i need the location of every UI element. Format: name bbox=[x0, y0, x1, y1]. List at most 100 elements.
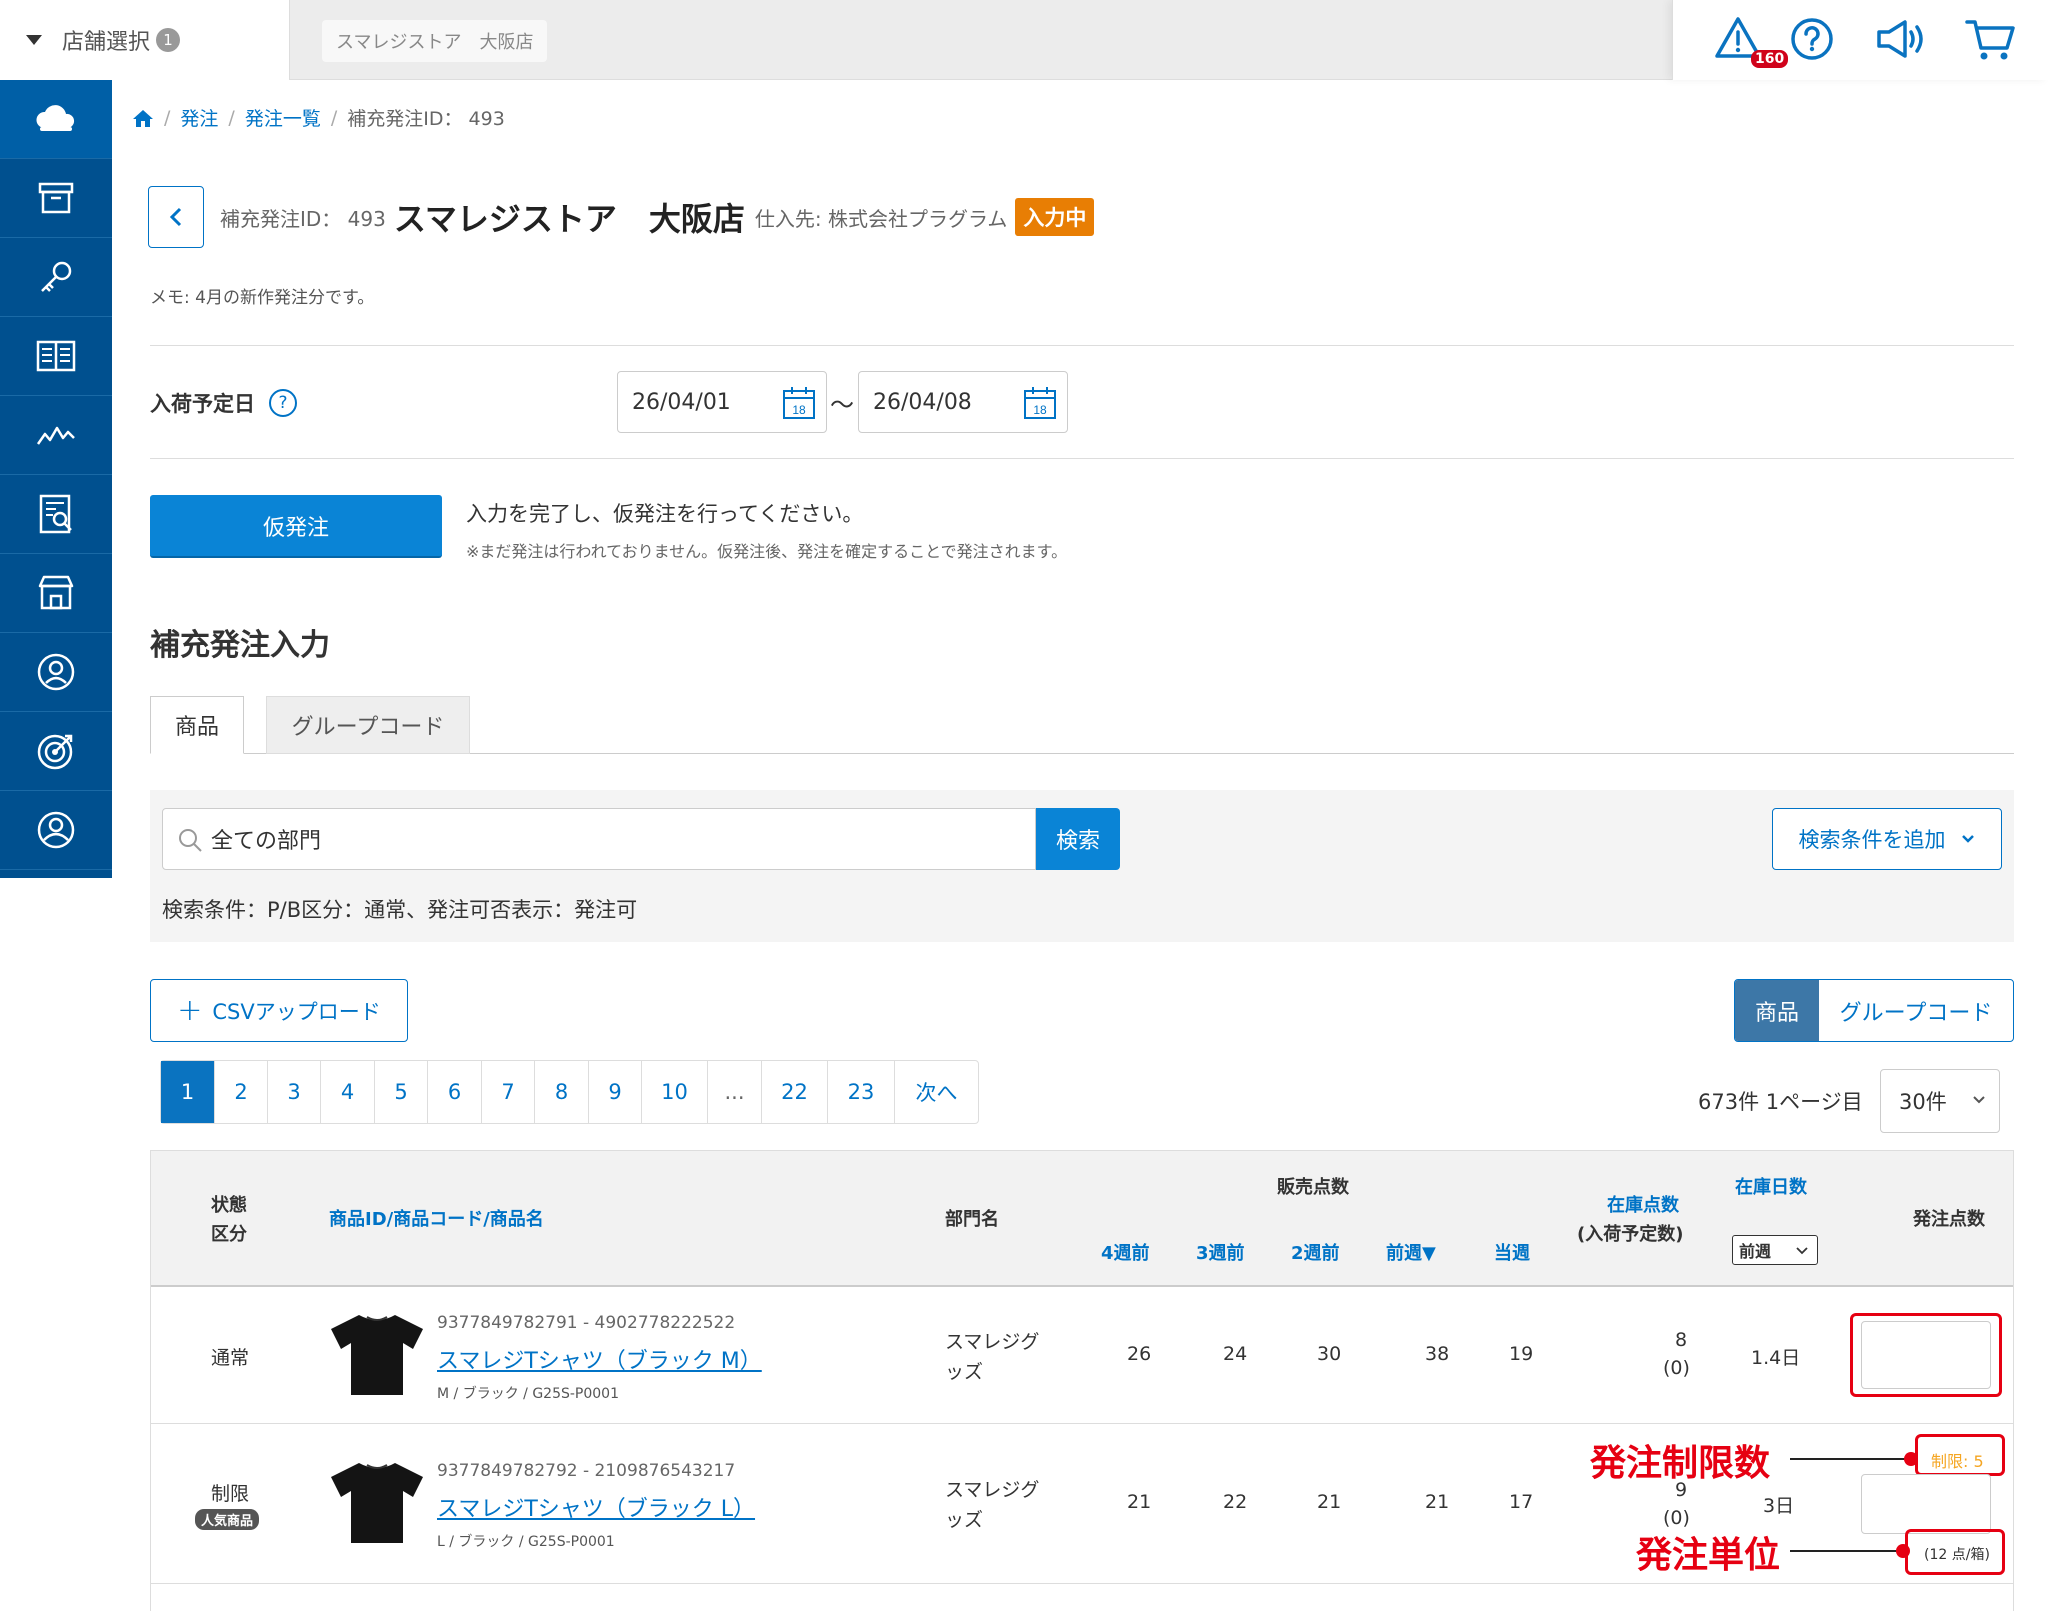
stock-days-select[interactable]: 前週 bbox=[1732, 1235, 1818, 1265]
help-icon[interactable]: ? bbox=[269, 389, 297, 417]
page-3[interactable]: 3 bbox=[268, 1061, 321, 1123]
order-qty-input[interactable] bbox=[1861, 1474, 1991, 1534]
page-4[interactable]: 4 bbox=[321, 1061, 375, 1123]
page-8[interactable]: 8 bbox=[535, 1061, 589, 1123]
annotation-unit: 発注単位 bbox=[1636, 1535, 1781, 1576]
per-page-select[interactable]: 30件 bbox=[1880, 1069, 2000, 1133]
highlight-box bbox=[1905, 1529, 2005, 1575]
tab-group-code[interactable]: グループコード bbox=[266, 696, 470, 754]
sales-last-week: 38 bbox=[1425, 1343, 1450, 1365]
date-range-separator: 〜 bbox=[830, 391, 854, 419]
header-stock[interactable]: 在庫点数 bbox=[1607, 1191, 1679, 1217]
page-6[interactable]: 6 bbox=[428, 1061, 482, 1123]
cart-button[interactable] bbox=[1963, 14, 2017, 68]
sort-product-id[interactable]: 商品ID bbox=[329, 1209, 387, 1230]
sidebar-item-products[interactable] bbox=[0, 159, 112, 238]
stock-count: 8 bbox=[1675, 1329, 1688, 1351]
add-condition-button[interactable]: 検索条件を追加 bbox=[1772, 808, 2002, 870]
sidebar-item-targets[interactable] bbox=[0, 712, 112, 791]
header-department: 部門名 bbox=[945, 1209, 999, 1230]
page-2[interactable]: 2 bbox=[215, 1061, 268, 1123]
sort-product-name[interactable]: /商品名 bbox=[483, 1209, 544, 1230]
product-variant: L / ブラック / G25S-P0001 bbox=[437, 1534, 615, 1550]
view-toggle-group-code[interactable]: グループコード bbox=[1819, 980, 2013, 1041]
page-7[interactable]: 7 bbox=[482, 1061, 535, 1123]
arrival-date-to-value: 26/04/08 bbox=[873, 389, 972, 415]
header-3-weeks-ago[interactable]: 3週前 bbox=[1196, 1239, 1245, 1265]
memo: メモ: 4月の新作発注分です。 bbox=[150, 288, 375, 308]
view-toggle-products[interactable]: 商品 bbox=[1735, 980, 1819, 1041]
back-button[interactable] bbox=[148, 186, 204, 248]
book-icon bbox=[36, 340, 76, 372]
page-ellipsis: ... bbox=[708, 1061, 762, 1123]
announcement-button[interactable] bbox=[1873, 14, 1927, 68]
breadcrumb-order-list[interactable]: 発注一覧 bbox=[245, 104, 321, 131]
sidebar-item-analytics[interactable] bbox=[0, 396, 112, 475]
calendar-icon[interactable]: 18 bbox=[782, 386, 816, 420]
header-2-weeks-ago[interactable]: 2週前 bbox=[1291, 1239, 1340, 1265]
page-10[interactable]: 10 bbox=[642, 1061, 708, 1123]
page-summary: 673件 1ページ目 bbox=[1698, 1090, 1863, 1114]
stock-days-select-value: 前週 bbox=[1739, 1242, 1772, 1261]
page-next[interactable]: 次へ bbox=[895, 1061, 978, 1123]
tab-bar: 商品 グループコード bbox=[150, 696, 2014, 754]
sales-this-week: 17 bbox=[1509, 1491, 1534, 1513]
plus-icon: + bbox=[177, 993, 203, 1028]
sidebar-item-stores[interactable] bbox=[0, 554, 112, 633]
section-title: 補充発注入力 bbox=[150, 628, 330, 663]
sales-3w: 22 bbox=[1223, 1491, 1248, 1513]
header-stock-days[interactable]: 在庫日数 bbox=[1735, 1173, 1807, 1199]
product-ids: 9377849782792 - 2109876543217 bbox=[437, 1461, 736, 1481]
search-conditions: 検索条件：P/B区分：通常、発注可否表示：発注可 bbox=[162, 898, 638, 922]
provisional-order-button[interactable]: 仮発注 bbox=[150, 495, 442, 558]
line-chart-icon bbox=[36, 426, 75, 445]
header-product: 商品ID/商品コード/商品名 bbox=[329, 1205, 544, 1231]
arrival-date-to[interactable]: 26/04/08 18 bbox=[858, 371, 1068, 433]
current-store-chip: スマレジストア 大阪店 bbox=[322, 20, 548, 62]
page-1[interactable]: 1 bbox=[161, 1061, 215, 1123]
header-status: 状態 bbox=[211, 1195, 247, 1216]
sidebar-item-customers[interactable] bbox=[0, 633, 112, 712]
box-icon bbox=[38, 182, 74, 214]
header-4-weeks-ago[interactable]: 4週前 bbox=[1101, 1239, 1150, 1265]
arrival-date-from[interactable]: 26/04/01 18 bbox=[617, 371, 827, 433]
header-category: 区分 bbox=[211, 1224, 247, 1245]
page-22[interactable]: 22 bbox=[762, 1061, 828, 1123]
row-divider bbox=[151, 1583, 2013, 1584]
caret-down-icon bbox=[26, 35, 42, 45]
page-23[interactable]: 23 bbox=[828, 1061, 895, 1123]
chevron-left-icon bbox=[169, 207, 182, 227]
chevron-down-icon bbox=[1796, 1247, 1808, 1255]
header-this-week[interactable]: 当週 bbox=[1494, 1239, 1530, 1265]
sort-product-code[interactable]: /商品コード bbox=[387, 1209, 484, 1230]
product-name-link[interactable]: スマレジTシャツ（ブラック L） bbox=[437, 1491, 755, 1523]
annotation-line bbox=[1790, 1458, 1910, 1460]
search-panel: 全ての部門 検索 検索条件を追加 検索条件：P/B区分：通常、発注可否表示：発注… bbox=[150, 790, 2014, 942]
top-icons-group: 160 bbox=[1672, 0, 2048, 80]
provisional-message: 入力を完了し、仮発注を行ってください。 bbox=[466, 502, 864, 526]
sidebar-item-account[interactable] bbox=[0, 791, 112, 870]
header-last-week[interactable]: 前週▼ bbox=[1386, 1239, 1436, 1265]
help-button[interactable] bbox=[1787, 14, 1841, 68]
alert-button[interactable]: 160 bbox=[1713, 14, 1789, 68]
csv-upload-button[interactable]: + CSVアップロード bbox=[150, 979, 408, 1042]
sidebar-item-cloud[interactable] bbox=[0, 80, 112, 159]
sidebar-item-settings[interactable] bbox=[0, 238, 112, 317]
sales-2w: 30 bbox=[1317, 1343, 1342, 1365]
product-thumbnail bbox=[331, 1315, 423, 1395]
department: スマレジグッズ bbox=[945, 1479, 1040, 1531]
search-input[interactable]: 全ての部門 bbox=[162, 808, 1036, 870]
sidebar-item-reports[interactable] bbox=[0, 475, 112, 554]
store-select-dropdown[interactable]: 店舗選択 1 bbox=[0, 0, 290, 80]
tab-products[interactable]: 商品 bbox=[150, 696, 244, 754]
search-button[interactable]: 検索 bbox=[1036, 808, 1120, 870]
page-9[interactable]: 9 bbox=[589, 1061, 642, 1123]
home-icon[interactable] bbox=[132, 108, 154, 128]
calendar-icon[interactable]: 18 bbox=[1023, 386, 1057, 420]
sidebar-item-catalog[interactable] bbox=[0, 317, 112, 396]
popular-badge: 人気商品 bbox=[195, 1509, 260, 1530]
page-5[interactable]: 5 bbox=[375, 1061, 428, 1123]
report-search-icon bbox=[39, 494, 72, 534]
product-name-link[interactable]: スマレジTシャツ（ブラック M） bbox=[437, 1343, 762, 1375]
breadcrumb-order[interactable]: 発注 bbox=[180, 104, 218, 131]
